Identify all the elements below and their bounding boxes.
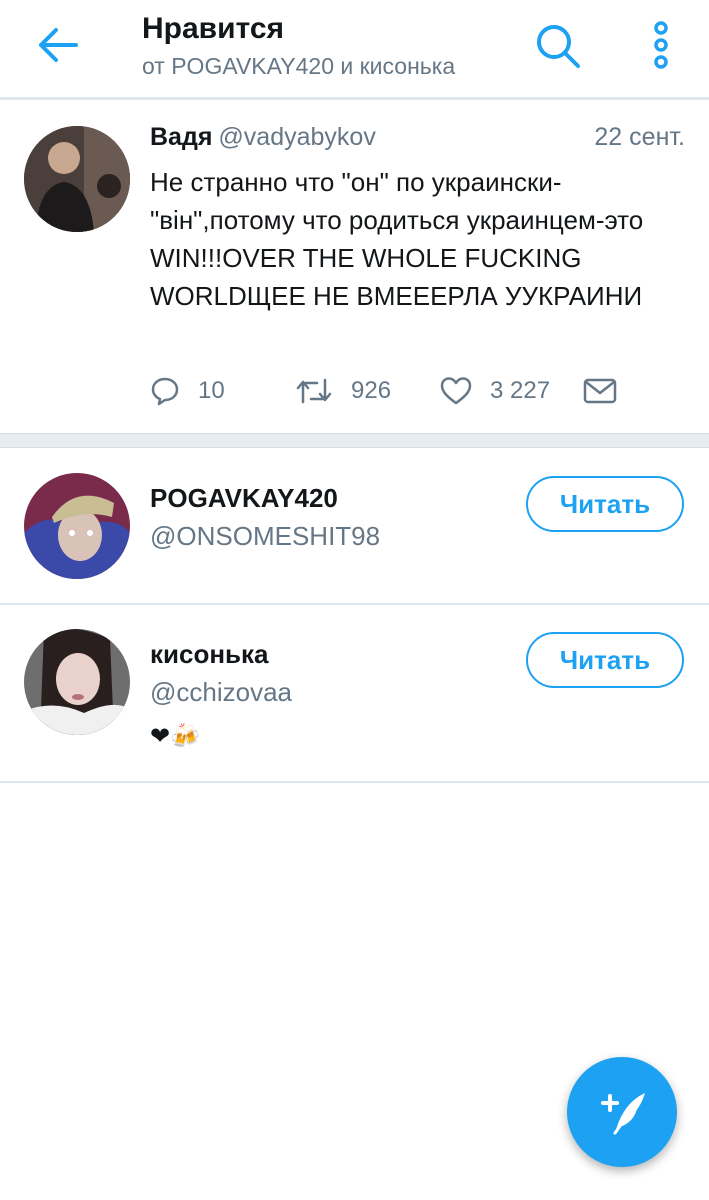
user-list-item[interactable]: POGAVKAY420 @ONSOMESHIT98 Читать xyxy=(0,449,709,605)
like-count: 3 227 xyxy=(490,377,551,404)
avatar-photo xyxy=(24,473,130,579)
tweet-author-name[interactable]: Вадя xyxy=(150,123,212,151)
heart-icon xyxy=(440,377,472,405)
retweet-icon xyxy=(296,378,332,404)
retweet-count: 926 xyxy=(351,377,392,404)
user-name[interactable]: POGAVKAY420 xyxy=(150,483,338,514)
user-avatar[interactable] xyxy=(24,629,130,735)
more-vertical-icon[interactable] xyxy=(648,20,674,70)
like-button[interactable]: 3 227 xyxy=(440,371,550,411)
tweet-author-avatar[interactable] xyxy=(24,126,130,232)
compose-quill-icon xyxy=(601,1093,645,1135)
tweet-actions: 10 926 3 227 xyxy=(150,371,670,411)
section-divider xyxy=(0,433,709,448)
page-title: Нравится xyxy=(142,12,285,45)
arrow-left-icon[interactable] xyxy=(36,26,78,64)
compose-button[interactable] xyxy=(567,1057,677,1167)
avatar-photo xyxy=(24,629,130,735)
retweet-button[interactable]: 926 xyxy=(295,371,391,411)
tweet-date: 22 сент. xyxy=(594,123,685,151)
user-list-item[interactable]: кисонька @cchizovaa ❤🍻 Читать xyxy=(0,605,709,783)
avatar-photo xyxy=(24,126,130,232)
user-handle[interactable]: @cchizovaa xyxy=(150,677,292,708)
user-bio: ❤🍻 xyxy=(150,723,200,750)
direct-message-button[interactable] xyxy=(583,371,617,411)
follow-button[interactable]: Читать xyxy=(526,476,684,532)
tweet-text: Не странно что "он" по украински-"вiн",п… xyxy=(150,167,644,311)
reply-count: 10 xyxy=(198,377,225,404)
reply-button[interactable]: 10 xyxy=(150,371,225,411)
user-name[interactable]: кисонька xyxy=(150,639,269,670)
user-avatar[interactable] xyxy=(24,473,130,579)
reply-icon xyxy=(151,377,179,406)
tweet-author-handle[interactable]: @vadyabykov xyxy=(218,123,375,151)
user-handle[interactable]: @ONSOMESHIT98 xyxy=(150,521,380,552)
search-icon[interactable] xyxy=(534,22,582,70)
tweet-card[interactable]: Вадя @vadyabykov 22 сент. Не странно что … xyxy=(0,103,709,433)
envelope-icon xyxy=(583,378,617,404)
page-subtitle: от POGAVKAY420 и кисонька xyxy=(142,53,456,79)
tweet-header: Вадя @vadyabykov xyxy=(150,123,376,152)
app-bar: Нравится от POGAVKAY420 и кисонька xyxy=(0,0,709,100)
follow-button[interactable]: Читать xyxy=(526,632,684,688)
